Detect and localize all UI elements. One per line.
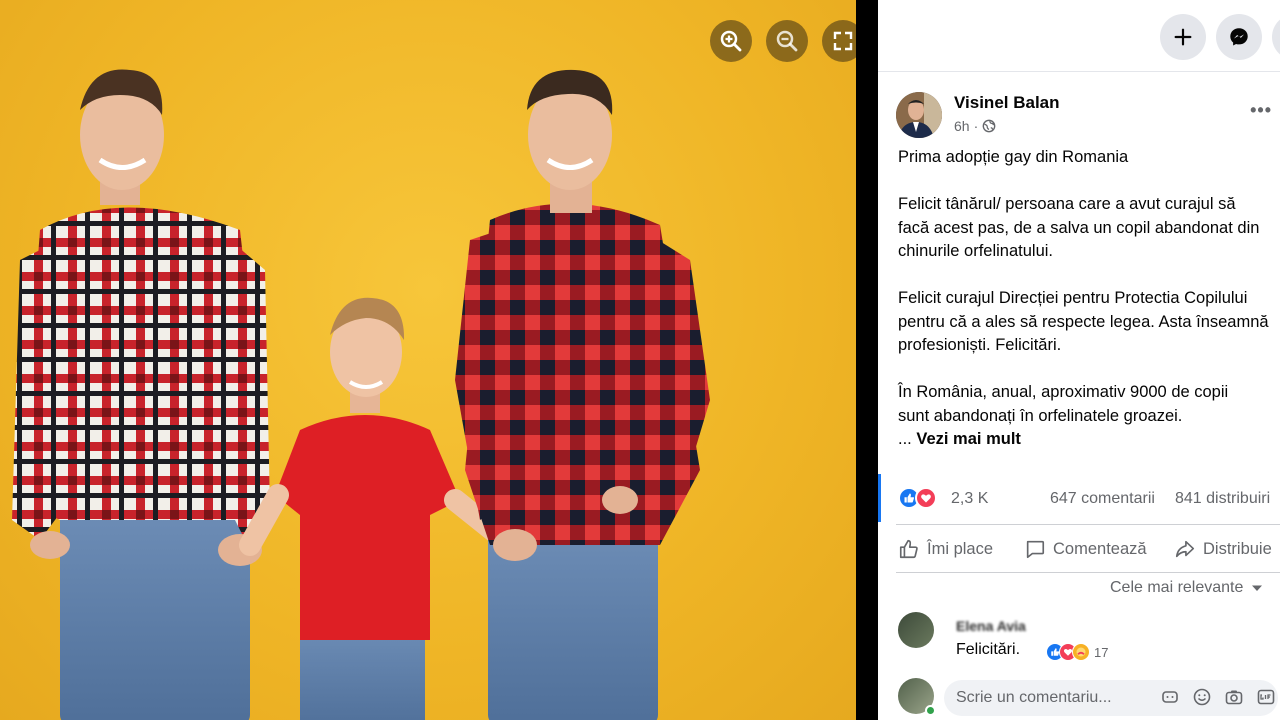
comment-icon [1026,540,1045,559]
shares-count[interactable]: 841 distribuiri [1175,490,1270,508]
post-paragraph: Prima adopție gay din Romania [898,146,1280,170]
post-line: sunt abandonați în orfelinatele groazei. [898,406,1183,425]
zoom-out-button[interactable] [766,20,808,62]
post-header: Visinel Balan 6h · ••• [896,90,1276,140]
comment-button[interactable]: Comentează [1024,536,1147,562]
reaction-count[interactable]: 2,3 K [951,490,988,508]
comment-composer [898,678,1280,718]
post-line: profesioniști. Felicitări. [898,336,1062,354]
emoji-icon[interactable] [1192,687,1212,707]
post-line: Felicit curajul Direcției pentru Protect… [898,289,1248,307]
love-reaction-icon [915,487,937,509]
zoom-in-button[interactable] [710,20,752,62]
messenger-icon [1230,28,1248,46]
focus-indicator [878,474,881,522]
plus-icon [1174,28,1192,46]
post-line: chinurile orfelinatului. [898,242,1054,260]
facebook-photo-viewer: Visinel Balan 6h · ••• Prima adopție gay… [0,0,1280,720]
author-avatar[interactable] [896,92,942,138]
care-reaction-icon [1072,643,1090,661]
family-photo-illustration [12,69,710,720]
post-paragraph: Felicit curajul Direcției pentru Protect… [898,287,1280,358]
gif-icon[interactable] [1256,687,1276,707]
post-photo[interactable] [0,0,858,720]
expand-icon [833,31,853,51]
reactions-summary: 2,3 K 647 comentarii 841 distribuiri [898,486,1280,512]
online-status-dot [925,705,936,716]
menu-button[interactable] [1272,14,1280,60]
comment-sort-dropdown[interactable]: Cele mai relevante [1110,579,1263,597]
share-button[interactable]: Distribuie [1174,536,1272,562]
like-button[interactable]: Îmi place [898,536,993,562]
caret-down-icon [1252,585,1263,591]
camera-icon[interactable] [1224,687,1244,707]
post-line: Prima adopție gay din Romania [898,148,1129,166]
messenger-button[interactable] [1216,14,1262,60]
comment-reaction-count: 17 [1094,644,1109,660]
meta-separator: · [973,118,979,134]
post-side-panel: Visinel Balan 6h · ••• Prima adopție gay… [878,0,1280,720]
thumbs-up-icon [899,539,918,559]
fullscreen-button[interactable] [822,20,858,62]
post-line: facă acest pas, de a salva un copil aban… [898,218,1260,237]
author-name[interactable]: Visinel Balan [954,93,1060,113]
divider [896,524,1280,525]
comment-item: Elena Avia Felicitări. 17 [898,612,1280,672]
commenter-avatar[interactable] [898,612,934,648]
top-bar [878,0,1280,72]
post-line: Felicit tânărul/ persoana care a avut cu… [898,195,1236,213]
commenter-name[interactable]: Elena Avia [956,618,1026,634]
see-more-link[interactable]: Vezi mai mult [916,430,1021,448]
left-man [12,69,270,720]
post-options-icon[interactable]: ••• [1250,100,1272,121]
post-paragraph: Felicit tânărul/ persoana care a avut cu… [898,193,1280,264]
divider [896,572,1280,573]
post-meta: 6h · [954,118,996,134]
viewer-divider [856,0,878,720]
ellipsis: ... [898,430,912,448]
post-paragraph: În România, anual, aproximativ 9000 de c… [898,381,1280,452]
zoom-out-icon [776,30,798,52]
comment-label: Comentează [1053,539,1147,558]
share-icon [1175,540,1195,558]
like-label: Îmi place [927,539,994,558]
post-line: În România, anual, aproximativ 9000 de c… [898,383,1229,401]
comment-reactions[interactable]: 17 [1046,643,1108,661]
post-body: Prima adopție gay din Romania Felicit tâ… [898,146,1280,452]
avatar-sticker-icon[interactable] [1160,687,1180,707]
zoom-in-icon [720,30,742,52]
globe-icon[interactable] [982,119,996,133]
share-label: Distribuie [1203,539,1272,558]
create-button[interactable] [1160,14,1206,60]
right-man [455,69,710,720]
post-line: pentru că a ales să respecte legea. Asta… [898,312,1269,331]
comments-count[interactable]: 647 comentarii [1050,490,1155,508]
post-time[interactable]: 6h [954,118,970,134]
comment-text: Felicitări. [956,641,1021,658]
reaction-icons[interactable] [898,487,937,509]
sort-label: Cele mai relevante [1110,579,1244,596]
